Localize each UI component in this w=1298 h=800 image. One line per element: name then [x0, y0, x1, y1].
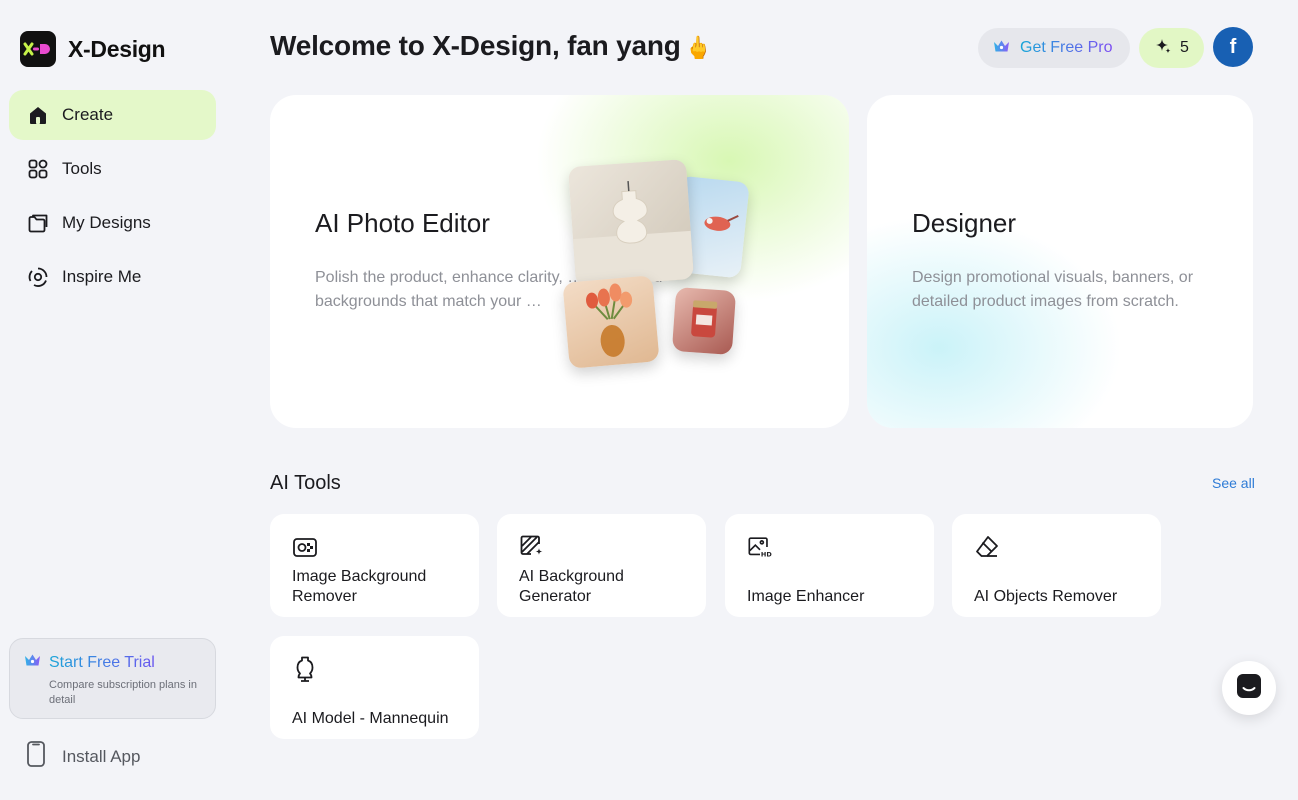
sidebar-item-my-designs[interactable]: My Designs	[9, 198, 216, 248]
credits-count: 5	[1180, 39, 1189, 56]
trial-title: Start Free Trial	[49, 653, 155, 671]
sidebar-item-label: Create	[62, 105, 114, 124]
tool-ai-background-generator[interactable]: AI Background Generator	[497, 514, 706, 617]
background-generator-icon	[519, 534, 545, 560]
mannequin-icon	[292, 656, 318, 682]
sidebar-item-tools[interactable]: Tools	[9, 144, 216, 194]
ai-tools-heading: AI Tools	[270, 472, 341, 494]
designer-card[interactable]: Designer Design promotional visuals, ban…	[867, 95, 1253, 428]
inspire-icon	[26, 265, 50, 289]
tool-ai-objects-remover[interactable]: AI Objects Remover	[952, 514, 1161, 617]
crown-icon	[24, 653, 41, 672]
app-name: X-Design	[68, 35, 166, 62]
tool-label: Image Enhancer	[747, 588, 865, 605]
start-free-trial-card[interactable]: Start Free Trial Compare subscription pl…	[9, 638, 216, 719]
eraser-icon	[974, 534, 1000, 560]
tool-ai-model-mannequin[interactable]: AI Model - Mannequin	[270, 636, 479, 739]
welcome-text: Welcome to X-Design, fan yang	[270, 30, 681, 61]
phone-icon	[26, 740, 46, 773]
tool-label: AI Model - Mannequin	[292, 710, 449, 727]
get-free-pro-button[interactable]: Get Free Pro	[978, 28, 1130, 68]
see-all-link[interactable]: See all	[1212, 475, 1255, 491]
product-photo-jar	[671, 286, 737, 356]
crown-icon	[993, 39, 1010, 58]
grid-icon	[26, 157, 50, 181]
hd-image-icon: HD	[747, 534, 773, 560]
sidebar: X-Design Create Tools My Designs Inspire…	[0, 0, 230, 800]
chat-support-button[interactable]	[1222, 661, 1276, 715]
tool-image-background-remover[interactable]: Image Background Remover	[270, 514, 479, 617]
tool-label: Image Background Remover	[292, 568, 427, 605]
home-icon	[26, 103, 50, 127]
install-app-label: Install App	[62, 746, 141, 766]
sidebar-item-label: Inspire Me	[62, 267, 142, 286]
sidebar-item-inspire-me[interactable]: Inspire Me	[9, 252, 216, 302]
background-remover-icon	[292, 534, 318, 560]
logo-icon	[20, 31, 56, 67]
credits-badge[interactable]: 5	[1139, 28, 1204, 68]
sidebar-item-label: My Designs	[62, 213, 151, 232]
tool-label: AI Background Generator	[519, 568, 624, 605]
product-photo-tulips	[562, 275, 660, 369]
tool-label: AI Objects Remover	[974, 588, 1118, 605]
product-photo-candle	[567, 159, 695, 287]
chat-icon	[1236, 673, 1262, 704]
ai-photo-editor-card[interactable]: AI Photo Editor Polish the product, enha…	[270, 95, 849, 428]
install-app-button[interactable]: Install App	[26, 740, 140, 773]
trial-subtitle: Compare subscription plans in detail	[49, 679, 197, 706]
avatar[interactable]: f	[1213, 27, 1253, 67]
card-description: Design promotional visuals, banners, or …	[912, 269, 1194, 310]
svg-text:HD: HD	[761, 551, 772, 559]
card-title: Designer	[912, 208, 1017, 238]
sidebar-item-label: Tools	[62, 159, 102, 178]
tool-image-enhancer[interactable]: HD Image Enhancer	[725, 514, 934, 617]
sparkle-icon	[1154, 37, 1172, 60]
sidebar-item-create[interactable]: Create	[9, 90, 216, 140]
welcome-emoji: 🖕	[684, 35, 712, 60]
app-logo[interactable]: X-Design	[20, 31, 166, 67]
page-title: Welcome to X-Design, fan yang 🖕	[270, 30, 712, 62]
get-free-pro-label: Get Free Pro	[1020, 39, 1113, 56]
card-title: AI Photo Editor	[315, 208, 490, 238]
folder-icon	[26, 211, 50, 235]
